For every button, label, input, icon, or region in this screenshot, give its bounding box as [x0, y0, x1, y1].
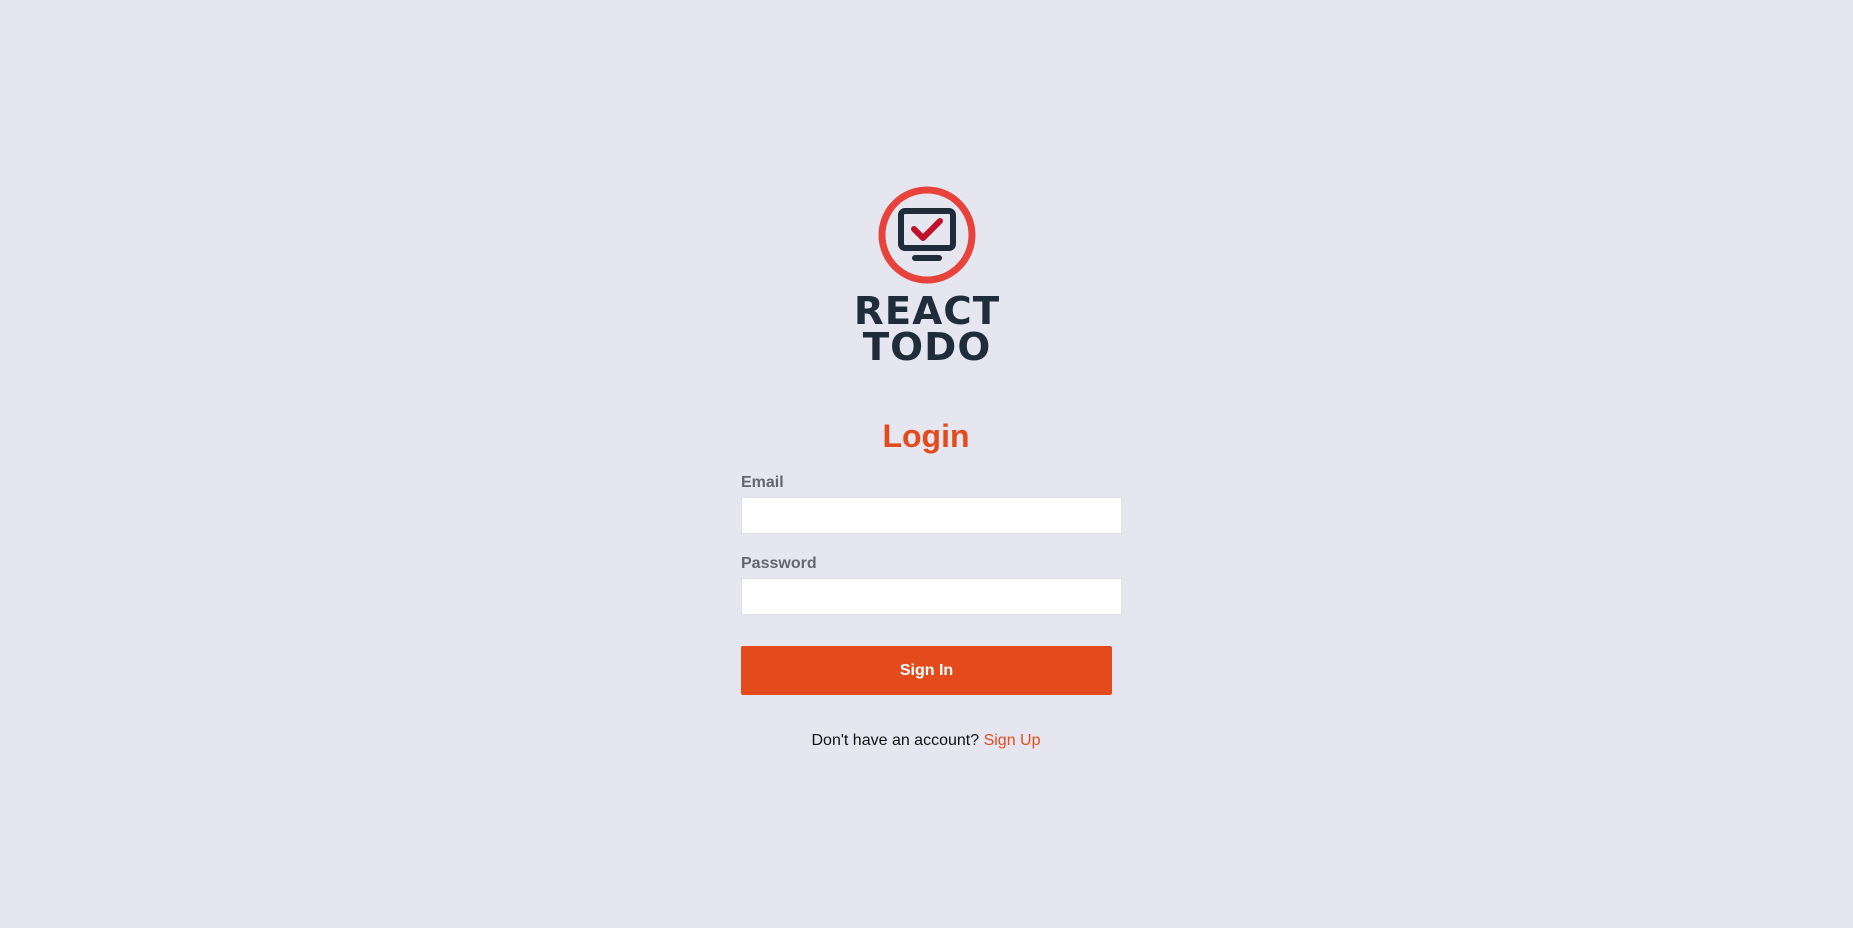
sign-up-link[interactable]: Sign Up [984, 732, 1041, 749]
email-label: Email [741, 474, 784, 491]
page-title: Login [882, 418, 970, 454]
password-label: Password [741, 555, 817, 572]
sign-in-button[interactable]: Sign In [741, 646, 1112, 695]
logo-wordmark: REACT TODO [853, 289, 1001, 369]
react-todo-logo: REACT TODO [853, 185, 1001, 370]
monitor-check-icon [878, 186, 976, 284]
login-page: REACT TODO Login Email Password Sign In … [0, 0, 1853, 928]
signup-prompt-text: Don't have an account? [811, 732, 980, 749]
email-field[interactable] [741, 497, 1122, 534]
signup-prompt: Don't have an account? Sign Up [726, 731, 1126, 751]
logo-line-react: REACT [853, 289, 1001, 333]
logo-line-todo: TODO [862, 325, 992, 369]
password-field[interactable] [741, 578, 1122, 615]
